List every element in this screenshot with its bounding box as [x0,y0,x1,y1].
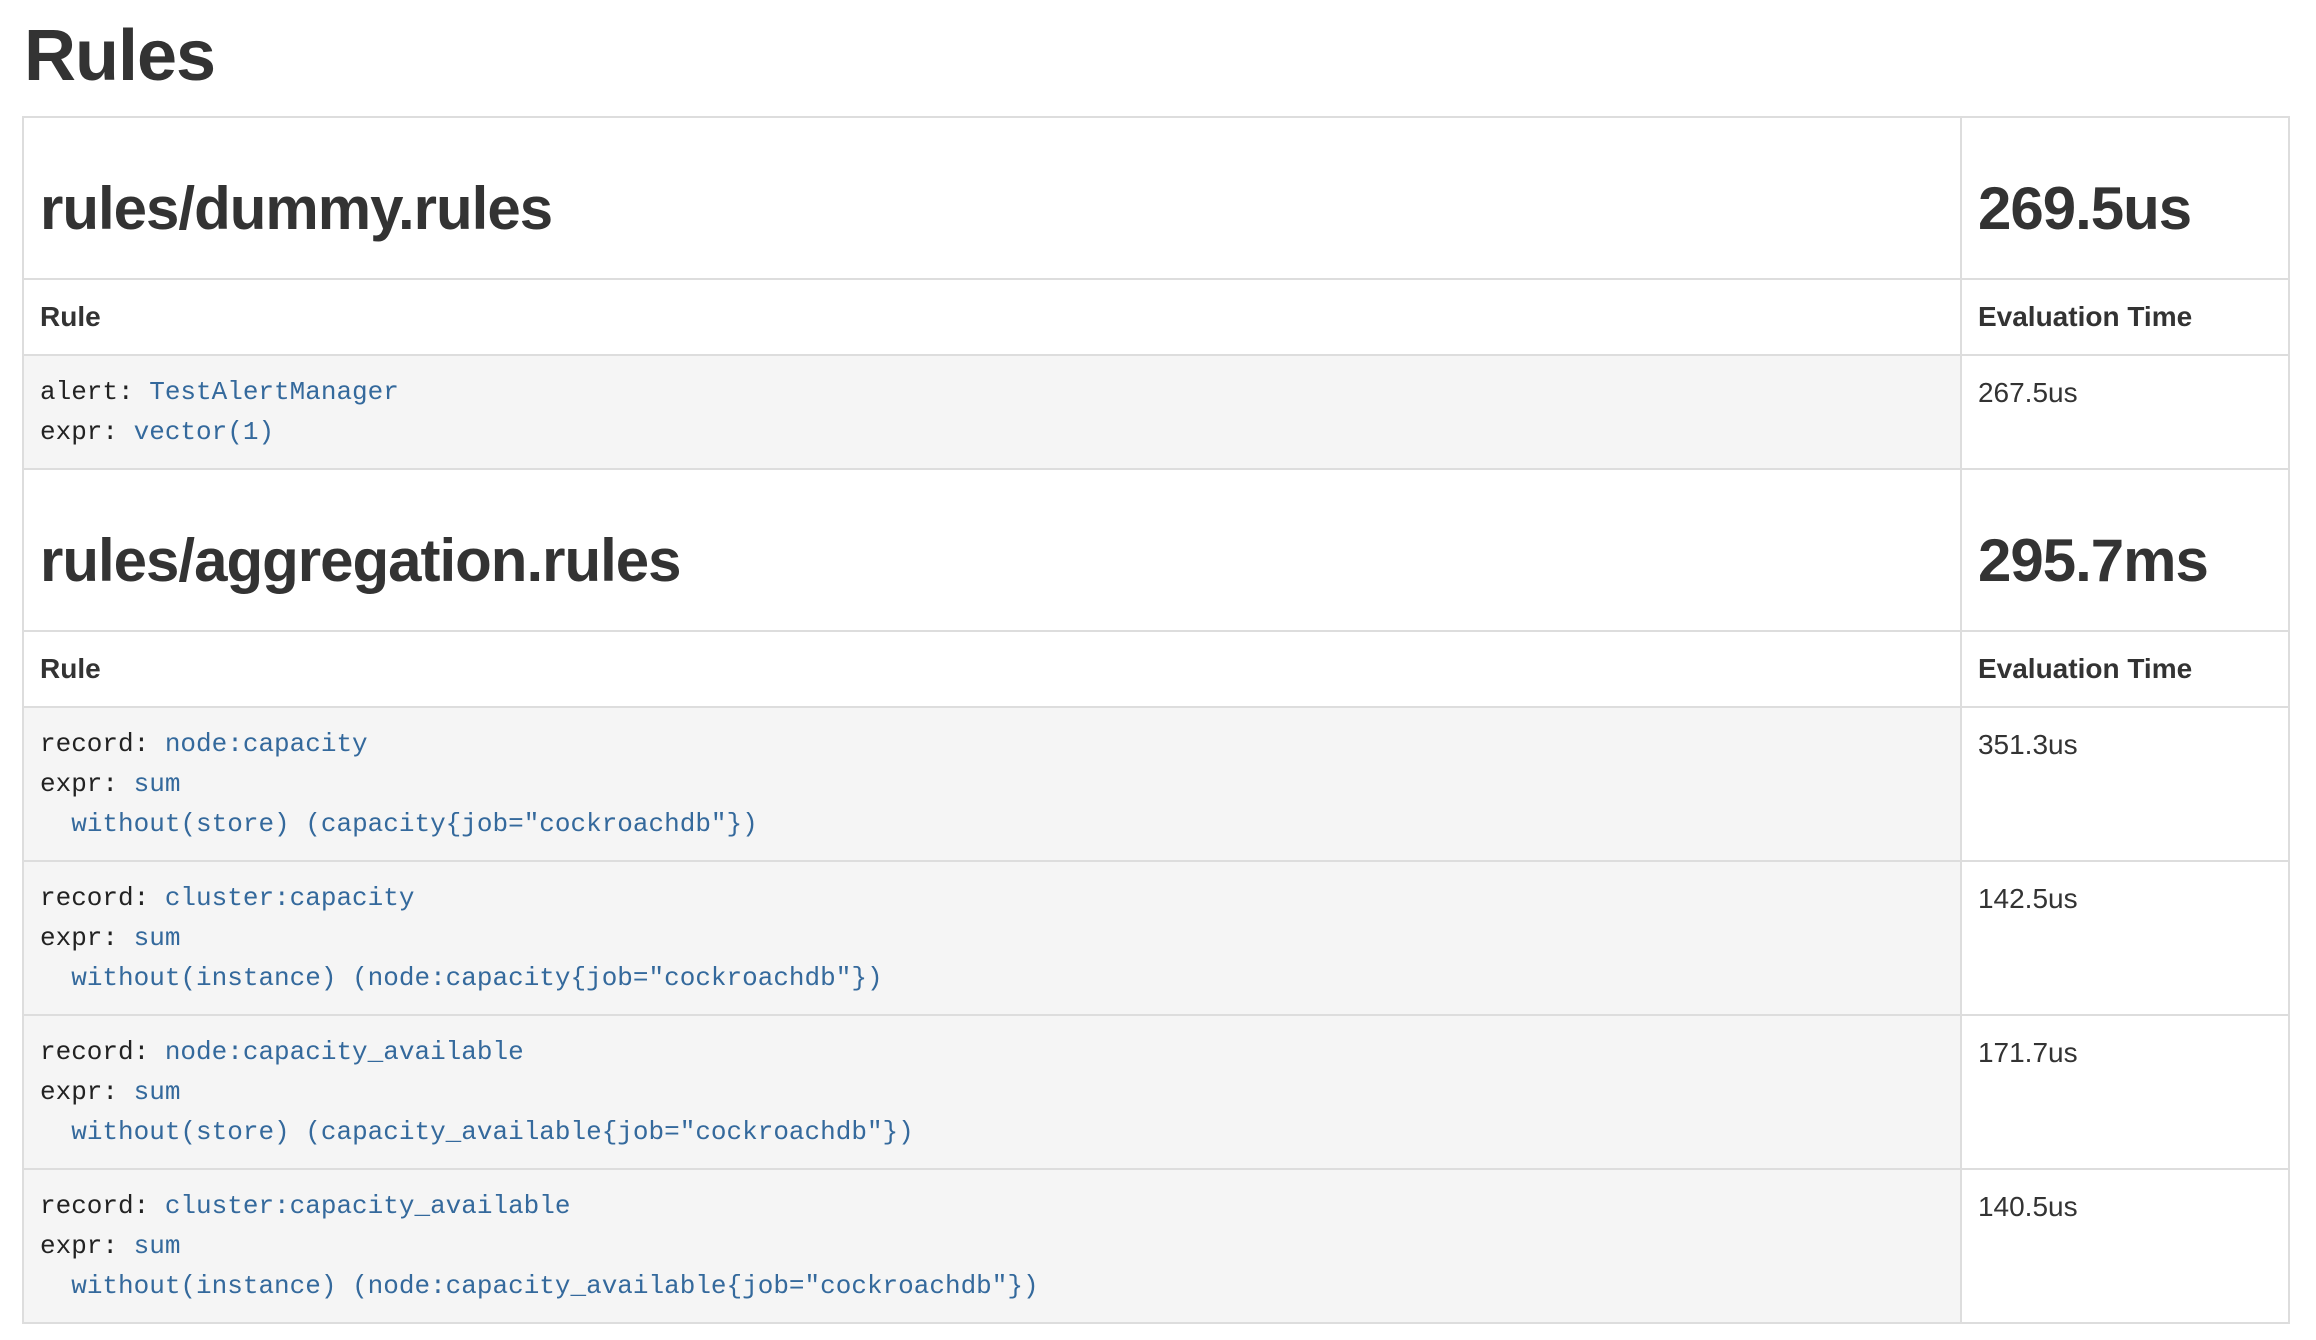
rule-name-link[interactable]: TestAlertManager [149,377,399,407]
rule-cell: record: node:capacity_available expr: su… [23,1015,1961,1169]
rule-expr-label: expr: [40,1077,134,1107]
rule-code: record: cluster:capacity expr: sum witho… [40,878,1944,998]
rule-row: record: cluster:capacity_available expr:… [23,1169,2289,1323]
rule-expr-label: expr: [40,1231,134,1261]
rule-eval-time: 142.5us [1961,861,2289,1015]
rule-group-total-time-cell: 295.7ms [1961,469,2289,631]
rule-row: record: node:capacity_available expr: su… [23,1015,2289,1169]
rule-expr-label: expr: [40,923,134,953]
rule-expr-link[interactable]: sum without(instance) (node:capacity{job… [40,923,883,993]
rule-code: alert: TestAlertManager expr: vector(1) [40,372,1944,452]
rule-expr-link[interactable]: vector(1) [134,417,274,447]
rule-eval-time: 171.7us [1961,1015,2289,1169]
eval-time-column-header: Evaluation Time [1961,631,2289,707]
rule-cell: record: node:capacity expr: sum without(… [23,707,1961,861]
rule-expr-link[interactable]: sum without(store) (capacity{job="cockro… [40,769,758,839]
rule-name-link[interactable]: cluster:capacity_available [165,1191,571,1221]
rule-eval-time: 351.3us [1961,707,2289,861]
rule-expr-link[interactable]: sum without(store) (capacity_available{j… [40,1077,914,1147]
rule-group-header-row: rules/aggregation.rules 295.7ms [23,469,2289,631]
column-header-row: Rule Evaluation Time [23,631,2289,707]
rule-expr-label: expr: [40,769,134,799]
rule-cell: alert: TestAlertManager expr: vector(1) [23,355,1961,469]
rule-column-header: Rule [23,631,1961,707]
rule-eval-time: 140.5us [1961,1169,2289,1323]
rules-page: Rules rules/dummy.rules 269.5us Rule Eva… [0,18,2316,1324]
rule-code: record: node:capacity expr: sum without(… [40,724,1944,844]
rule-group-total-time: 269.5us [1978,176,2272,242]
rule-eval-time: 267.5us [1961,355,2289,469]
rules-table: rules/dummy.rules 269.5us Rule Evaluatio… [22,116,2290,1324]
rule-group-file-title: rules/aggregation.rules [40,528,1944,594]
rule-row: record: cluster:capacity expr: sum witho… [23,861,2289,1015]
rule-cell: record: cluster:capacity expr: sum witho… [23,861,1961,1015]
eval-time-column-header: Evaluation Time [1961,279,2289,355]
rule-group-total-time-cell: 269.5us [1961,117,2289,279]
rule-row: alert: TestAlertManager expr: vector(1) … [23,355,2289,469]
rule-group-header-row: rules/dummy.rules 269.5us [23,117,2289,279]
rule-name-link[interactable]: cluster:capacity [165,883,415,913]
rule-type-label: record: [40,1191,165,1221]
rule-expr-link[interactable]: sum without(instance) (node:capacity_ava… [40,1231,1039,1301]
rule-type-label: record: [40,1037,165,1067]
rule-group-file-title: rules/dummy.rules [40,176,1944,242]
rule-group-file-cell: rules/aggregation.rules [23,469,1961,631]
rule-column-header: Rule [23,279,1961,355]
rule-code: record: node:capacity_available expr: su… [40,1032,1944,1152]
rule-expr-label: expr: [40,417,134,447]
rule-name-link[interactable]: node:capacity_available [165,1037,524,1067]
column-header-row: Rule Evaluation Time [23,279,2289,355]
rule-code: record: cluster:capacity_available expr:… [40,1186,1944,1306]
page-title: Rules [24,18,2290,94]
rule-type-label: record: [40,729,165,759]
rule-row: record: node:capacity expr: sum without(… [23,707,2289,861]
rule-cell: record: cluster:capacity_available expr:… [23,1169,1961,1323]
rule-group-total-time: 295.7ms [1978,528,2272,594]
rule-name-link[interactable]: node:capacity [165,729,368,759]
rule-group-file-cell: rules/dummy.rules [23,117,1961,279]
rule-type-label: record: [40,883,165,913]
rule-type-label: alert: [40,377,149,407]
